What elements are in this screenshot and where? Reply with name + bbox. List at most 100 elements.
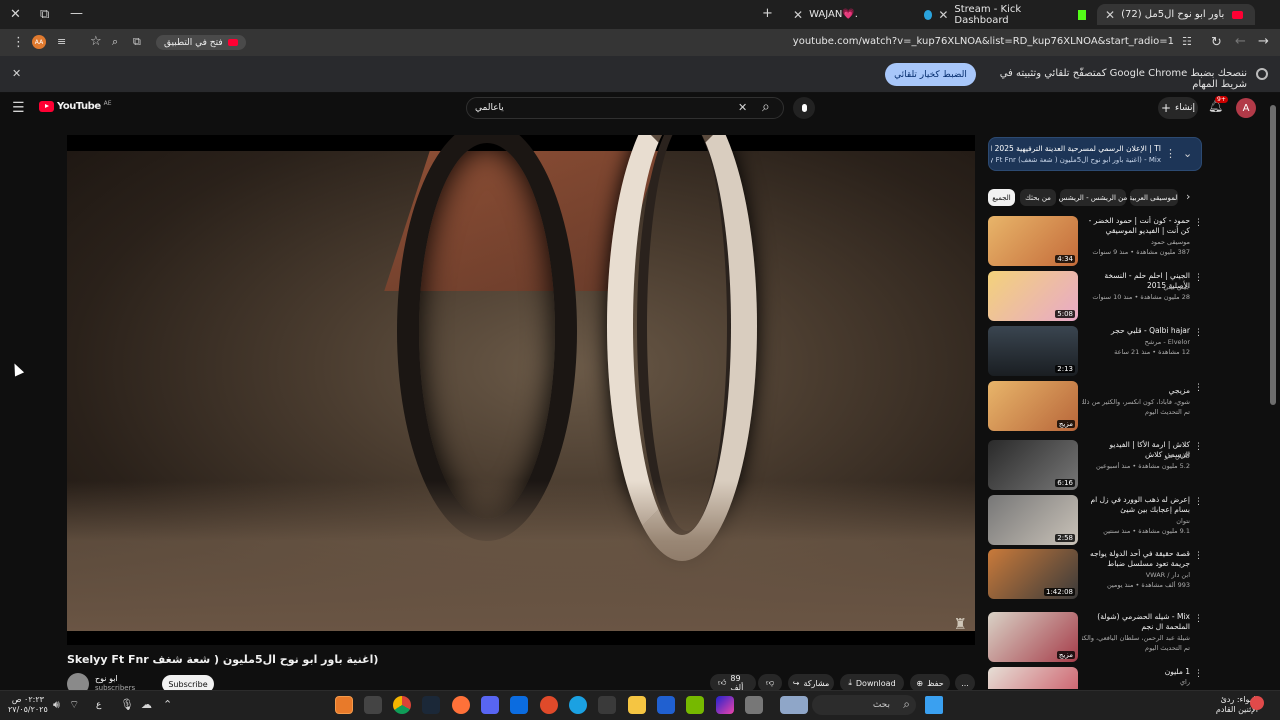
store-icon[interactable] bbox=[598, 696, 616, 714]
chips-next-icon[interactable]: › bbox=[1186, 191, 1190, 202]
clock-time: ٠٢:٢٣ ص bbox=[11, 695, 44, 704]
more-options-icon[interactable]: ⋮ bbox=[1194, 218, 1203, 228]
more-options-icon[interactable]: ⋮ bbox=[1194, 442, 1203, 452]
profile-avatar[interactable]: AA bbox=[32, 35, 46, 49]
tab-wajan[interactable]: ✕ WAJAN💗. bbox=[785, 4, 913, 25]
steam-icon[interactable] bbox=[422, 696, 440, 714]
minimize-icon[interactable]: — bbox=[70, 7, 83, 20]
hamburger-menu-icon[interactable]: ☰ bbox=[12, 101, 25, 115]
widgets-icon[interactable] bbox=[780, 696, 808, 714]
tab-youtube-active[interactable]: ✕ (72) اغنية باور ابو نوح ال5مل... bbox=[1097, 4, 1255, 25]
collapse-playlist-icon[interactable]: ⌄ bbox=[1183, 148, 1192, 159]
wifi-icon[interactable]: ⌔ bbox=[69, 699, 79, 710]
app-icon-2[interactable] bbox=[364, 696, 382, 714]
video-player[interactable]: ♜ bbox=[67, 135, 975, 645]
channel-watermark-icon[interactable]: ♜ bbox=[954, 615, 967, 633]
recommendation-item[interactable]: 2:13 Qalbi hajar - قلبي حجر Elvelor - مر… bbox=[988, 326, 1203, 376]
close-tab-icon[interactable]: ✕ bbox=[1105, 9, 1115, 21]
channel-name[interactable]: ابو نوح bbox=[95, 674, 118, 683]
maximize-icon[interactable]: ⧉ bbox=[40, 8, 49, 21]
recommendation-item[interactable]: مزيج مزيجي شوي، فابادا، كون انكسر، والكث… bbox=[988, 381, 1203, 431]
thumbs-down-icon: 👎︎ bbox=[765, 678, 775, 687]
reading-list-icon[interactable]: ≡ bbox=[57, 36, 66, 47]
chrome-taskbar-icon[interactable] bbox=[393, 696, 411, 714]
app-icon-5[interactable] bbox=[452, 696, 470, 714]
channel-name: نتوان bbox=[1176, 517, 1190, 525]
browser-tab-strip: ✕ ⧉ — + ✕ WAJAN💗. ✕ Stream - Kick Dashbo… bbox=[0, 0, 1280, 29]
search-icon[interactable]: ⌕ bbox=[762, 100, 770, 114]
recommendation-item[interactable]: 6:16 كلاش | ارمة الأكا | الفيديو الرسمي … bbox=[988, 440, 1203, 490]
app-icon-15[interactable] bbox=[745, 696, 763, 714]
chip-from-your-search[interactable]: من بحثك bbox=[1020, 189, 1056, 206]
taskbar-search[interactable]: بحث ⌕ bbox=[812, 695, 916, 715]
clear-search-icon[interactable]: ✕ bbox=[738, 102, 747, 113]
copilot-icon[interactable] bbox=[716, 696, 734, 714]
more-options-icon[interactable]: ⋮ bbox=[1194, 551, 1203, 561]
kebab-menu-icon[interactable]: ⋮ bbox=[12, 36, 25, 49]
open-in-app-button[interactable]: فتح في التطبيق bbox=[156, 35, 246, 50]
playlist-panel[interactable]: TI | الإعلان الرسمي لمسرحية العدينة التر… bbox=[988, 137, 1202, 171]
close-window-icon[interactable]: ✕ bbox=[10, 8, 21, 21]
app-icon-8[interactable] bbox=[540, 696, 558, 714]
channel-name: راي bbox=[1179, 678, 1190, 686]
search-input[interactable]: ياعالمي bbox=[466, 97, 784, 119]
discord-icon[interactable] bbox=[481, 696, 499, 714]
more-options-icon[interactable]: ⋮ bbox=[1194, 669, 1203, 679]
close-infobar-icon[interactable]: ✕ bbox=[12, 68, 21, 79]
youtube-logo[interactable]: YouTube AE bbox=[39, 100, 112, 112]
more-options-icon[interactable]: ⋮ bbox=[1194, 273, 1203, 283]
more-options-icon[interactable]: ⋮ bbox=[1194, 497, 1203, 507]
playlist-more-icon[interactable]: ⋮ bbox=[1165, 148, 1176, 159]
app-icon-7[interactable] bbox=[510, 696, 528, 714]
close-tab-icon[interactable]: ✕ bbox=[938, 9, 948, 21]
tab-kick-dashboard[interactable]: ✕ Stream - Kick Dashboard bbox=[916, 4, 1094, 26]
chip-all[interactable]: الجميع bbox=[988, 189, 1015, 206]
install-app-icon[interactable]: ⧉ bbox=[133, 36, 141, 47]
dusty-floor bbox=[67, 481, 975, 631]
close-tab-icon[interactable]: ✕ bbox=[793, 9, 803, 21]
set-default-button[interactable]: الضبط كخيار تلقائي bbox=[885, 63, 976, 86]
video-meta: 12 مشاهدة • منذ 21 ساعة bbox=[1114, 348, 1190, 356]
recommendation-item[interactable]: مزيج Mix - شيله الحضرمي (شولة) الملحمة ا… bbox=[988, 612, 1203, 662]
recommendation-item[interactable]: 4:34 حمود - كون أنت | حمود الخضر - كن أن… bbox=[988, 216, 1203, 266]
reload-icon[interactable]: ↻ bbox=[1211, 36, 1222, 49]
more-options-icon[interactable]: ⋮ bbox=[1194, 614, 1203, 624]
forward-icon[interactable]: ← bbox=[1235, 35, 1246, 48]
more-options-icon[interactable]: ⋮ bbox=[1194, 383, 1203, 393]
recommendation-item[interactable]: 5:08 الجيني | احلم حلم - النسخة الأصلية … bbox=[988, 271, 1203, 321]
file-explorer-icon[interactable] bbox=[628, 696, 646, 714]
chip-arabic-music[interactable]: الموسيقى العربية bbox=[1130, 189, 1178, 206]
page-scrollbar[interactable] bbox=[1270, 105, 1276, 405]
site-settings-icon[interactable]: ☷ bbox=[1182, 36, 1192, 47]
new-tab-icon[interactable]: + bbox=[762, 7, 773, 20]
recommendation-item[interactable]: 2:58 إعرض له ذهب الوورد في زل ام بسام إع… bbox=[988, 495, 1203, 545]
url-text[interactable]: youtube.com/watch?v=_kup76XLNOA&list=RD_… bbox=[793, 36, 1174, 47]
recommendation-item[interactable]: 1 مليون راي ⋮ bbox=[988, 667, 1203, 689]
bookmark-star-icon[interactable]: ☆ bbox=[90, 35, 102, 48]
speaker-icon[interactable]: 🔊︎ bbox=[53, 699, 60, 710]
voice-search-button[interactable] bbox=[793, 97, 815, 119]
edge-icon[interactable] bbox=[569, 696, 587, 714]
recommendation-item[interactable]: 1:42:08 قصة حقيقة في أحد الدولة يواجه جر… bbox=[988, 549, 1203, 599]
app-icon-12[interactable] bbox=[657, 696, 675, 714]
create-button[interactable]: + إنشاء bbox=[1158, 97, 1198, 119]
chip-channel[interactable]: من الريشس - الريشس bbox=[1059, 189, 1127, 206]
video-meta: 9.1 مليون مشاهدة • منذ سنتين bbox=[1103, 527, 1190, 535]
save-icon: ⊕ bbox=[916, 678, 924, 688]
input-language[interactable]: ع bbox=[96, 700, 101, 710]
back-icon[interactable]: → bbox=[1258, 35, 1269, 48]
nvidia-icon[interactable] bbox=[686, 696, 704, 714]
onedrive-icon[interactable]: ☁ bbox=[141, 699, 152, 710]
telegram-icon bbox=[924, 9, 933, 20]
account-avatar[interactable]: A bbox=[1236, 98, 1256, 118]
system-clock[interactable]: ٠٢:٢٣ ص ٢٧/٠٥/٢٠٢٥ bbox=[8, 695, 48, 715]
windows-start-icon[interactable] bbox=[925, 696, 943, 714]
more-options-icon[interactable]: ⋮ bbox=[1194, 328, 1203, 338]
mic-tray-icon[interactable]: 🎙︎ bbox=[120, 699, 134, 710]
zoom-search-icon[interactable]: ⌕ bbox=[112, 36, 118, 47]
kick-icon bbox=[1077, 9, 1086, 20]
app-icon-1[interactable] bbox=[335, 696, 353, 714]
tray-overflow-icon[interactable]: ⌃ bbox=[163, 699, 172, 710]
share-label: مشاركة bbox=[803, 678, 830, 688]
youtube-favicon-icon bbox=[1232, 10, 1244, 19]
